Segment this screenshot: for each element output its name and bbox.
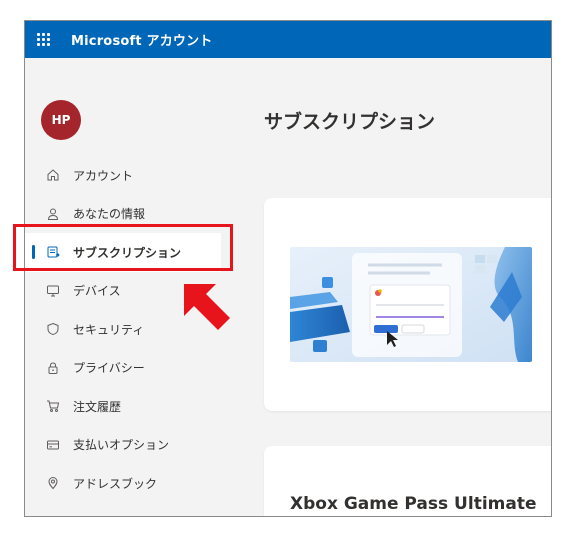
subscription-promo-card [264, 198, 551, 411]
sidebar-item-label: あなたの情報 [73, 207, 146, 222]
promo-illustration [290, 247, 532, 362]
sidebar-item-order-history[interactable]: 注文履歴 [25, 387, 221, 426]
page-title: サブスクリプション [264, 111, 436, 133]
home-icon [46, 168, 60, 182]
sidebar-item-label: セキュリティ [73, 322, 145, 337]
subscription-icon [46, 245, 60, 259]
sidebar-item-label: サブスクリプション [73, 245, 182, 260]
brand-title[interactable]: Microsoft アカウント [71, 30, 213, 49]
sidebar-item-label: 注文履歴 [73, 399, 122, 414]
cart-icon [46, 399, 60, 413]
shield-icon [46, 322, 60, 336]
card-icon [46, 438, 60, 452]
subscription-card-xbox[interactable]: Xbox Game Pass Ultimate [264, 446, 551, 516]
sidebar-item-security[interactable]: セキュリティ [25, 310, 221, 349]
top-bar: Microsoft アカウント [25, 21, 551, 58]
monitor-icon [46, 284, 60, 298]
sidebar-item-label: アドレスブック [73, 476, 158, 491]
sidebar-nav: アカウント あなたの情報 サブスクリプション デバイス セキュリティ プライバシ… [25, 156, 221, 503]
sidebar-item-devices[interactable]: デバイス [25, 272, 221, 311]
sidebar-item-payment-options[interactable]: 支払いオプション [25, 426, 221, 465]
location-icon [46, 476, 60, 490]
sidebar-item-subscriptions[interactable]: サブスクリプション [25, 233, 221, 272]
sidebar-item-your-info[interactable]: あなたの情報 [25, 195, 221, 234]
app-launcher-icon[interactable] [37, 32, 51, 47]
sidebar-item-account[interactable]: アカウント [25, 156, 221, 195]
sidebar-item-label: プライバシー [73, 361, 145, 376]
avatar[interactable]: HP [41, 100, 81, 140]
person-icon [46, 207, 60, 221]
sidebar-item-address-book[interactable]: アドレスブック [25, 464, 221, 503]
sidebar-item-label: 支払いオプション [73, 438, 170, 453]
app-window: Microsoft アカウント HP アカウント あなたの情報 サブスクリプショ… [24, 20, 552, 517]
subscription-title: Xbox Game Pass Ultimate [290, 494, 537, 514]
lock-icon [46, 361, 60, 375]
sidebar-item-privacy[interactable]: プライバシー [25, 349, 221, 388]
sidebar-item-label: アカウント [73, 168, 134, 183]
sidebar-item-label: デバイス [73, 284, 121, 299]
